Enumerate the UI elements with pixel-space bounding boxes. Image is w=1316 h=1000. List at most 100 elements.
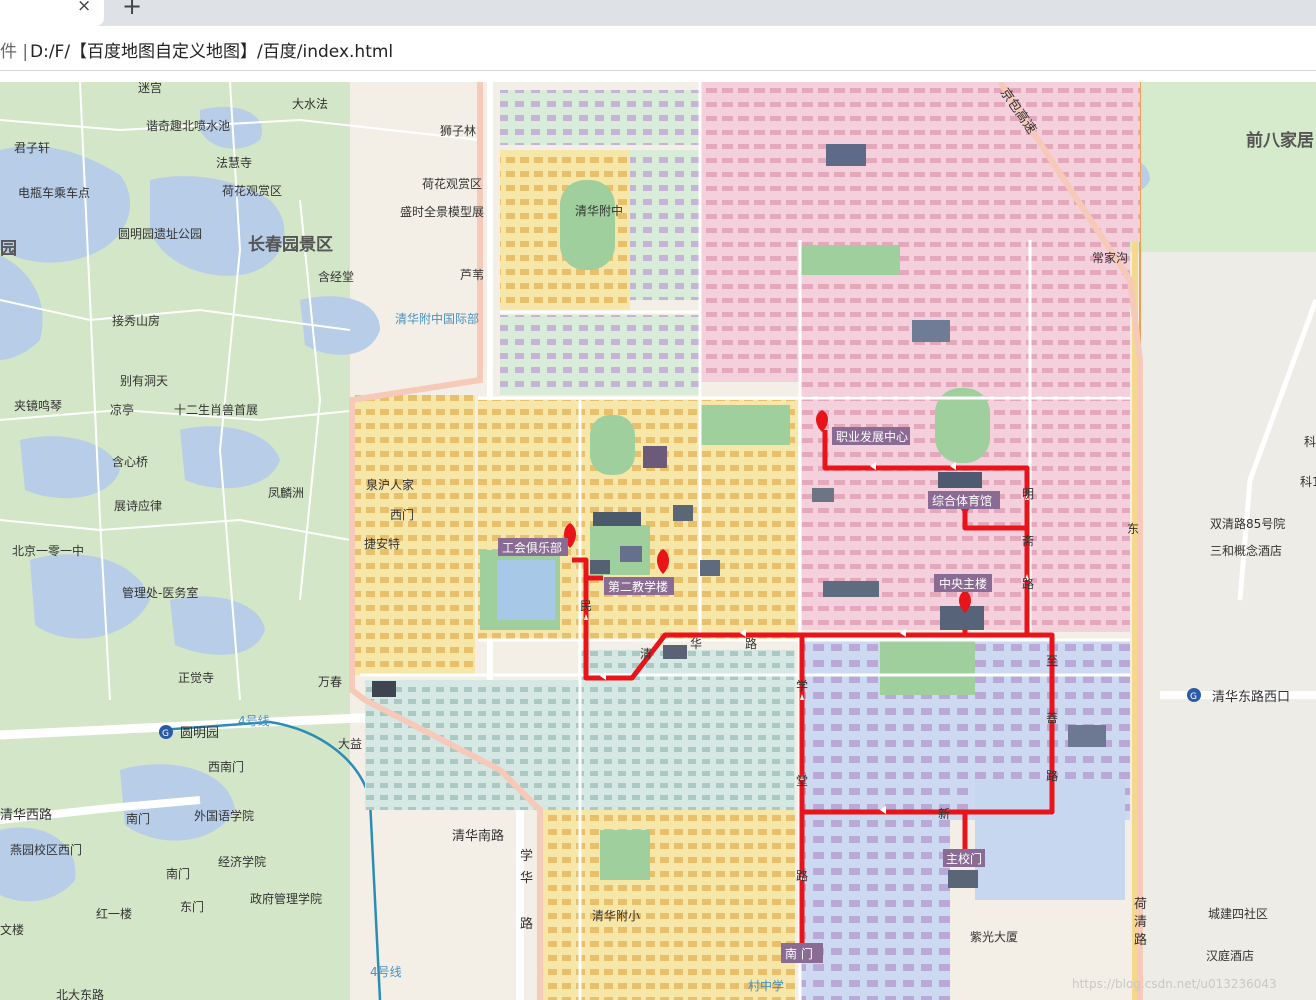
zone-south-blue: [800, 820, 950, 1000]
place-lufengwu: 芦苇: [460, 268, 484, 282]
road-min: 民: [580, 599, 592, 613]
place-yuanmingyuan-park: 圆明园遗址公园: [118, 227, 202, 241]
place-ke-mid: 科1: [1300, 475, 1316, 489]
place-hongyilou: 红一楼: [96, 906, 132, 921]
road-zhai: 斋: [1022, 533, 1034, 548]
address-bar[interactable]: 件 | D:/F/【百度地图自定义地图】/百度/index.html: [0, 26, 1316, 71]
campus-map[interactable]: 迷宫 大水法 谐奇趣北喷水池 君子轩 狮子林 法慧寺 电瓶车乘车点 荷花观赏区 …: [0, 82, 1316, 1000]
place-cunzhong: 村中学: [748, 978, 784, 993]
place-migong: 迷宫: [138, 82, 162, 95]
zone-south: [540, 810, 795, 1000]
metro-icon[interactable]: G: [159, 725, 173, 739]
place-dongmen: 东门: [180, 899, 204, 914]
road-ming: 明: [1022, 487, 1034, 501]
place-shizilin: 狮子林: [440, 124, 476, 138]
place-fuxiao: 清华附小: [592, 909, 640, 923]
place-guanlichu: 管理处-医务室: [122, 585, 198, 600]
road-zhi: 至: [1046, 654, 1058, 668]
place-hehua1: 荷花观赏区: [222, 183, 282, 198]
place-xinanmen: 西南门: [208, 759, 244, 774]
url-prefix: 件 |: [0, 42, 29, 62]
svg-text:G: G: [1190, 692, 1197, 702]
road-lu-heqing: 路: [1134, 932, 1147, 948]
marker-label-zhuxiaomen: 主校门: [946, 851, 982, 866]
road-qing: 清: [640, 647, 652, 661]
road-lu-xuetang: 路: [796, 868, 808, 883]
place-dayi: 大益: [338, 737, 362, 751]
marker-label-gonghui: 工会俱乐部: [502, 540, 562, 555]
road-lu-west: 路: [520, 916, 533, 932]
road-lu-zhishan: 路: [1046, 768, 1058, 783]
place-qinghua-xilu: 清华西路: [0, 807, 52, 823]
place-yuan-left: 园: [0, 239, 17, 259]
marker-label-tiyuguan: 综合体育馆: [932, 493, 992, 508]
browser-tab-bar: × +: [0, 0, 1316, 26]
place-bieyoudongtian: 别有洞天: [120, 374, 168, 388]
place-liangting: 凉亭: [110, 402, 134, 417]
zone-pink-east: [1030, 242, 1130, 632]
place-hanjingtang: 含经堂: [318, 269, 354, 284]
place-yanyuan: 燕园校区西门: [10, 842, 82, 857]
browser-tab[interactable]: ×: [0, 0, 104, 26]
place-shuangqing85: 双清路85号院: [1210, 516, 1285, 531]
watermark: https://blog.csdn.net/u013236043: [1072, 977, 1277, 991]
place-hanting: 汉庭酒店: [1206, 948, 1254, 963]
place-nanmen-left2: 南门: [166, 866, 190, 881]
zone-pink-north: [700, 82, 1140, 242]
place-qinghua-donglu: 清华东路西口: [1212, 689, 1290, 705]
zone-north-sport: [630, 150, 700, 300]
road-qing2: 清: [1134, 915, 1147, 930]
pond-campus: [497, 560, 555, 620]
place-changjiagou: 常家沟: [1092, 250, 1128, 265]
metro-icon[interactable]: G: [1187, 688, 1201, 702]
road-tang: 堂: [796, 774, 808, 788]
road-hua: 华: [690, 637, 702, 651]
place-hanxinqiao: 含心桥: [112, 454, 148, 469]
place-qinghua-nanlu: 清华南路: [452, 828, 504, 844]
marker-label-nanmen: 南 门: [785, 946, 813, 961]
zone-west: [355, 395, 475, 675]
zone-north: [500, 90, 700, 145]
place-zhengjuesi: 正觉寺: [178, 671, 214, 685]
road-hua-west: 华: [520, 871, 533, 886]
place-zhanshi: 展诗应律: [114, 498, 162, 513]
place-shouzhu: 十二生肖兽首展: [174, 403, 258, 417]
marker-label-zhiye: 职业发展中心: [836, 429, 908, 444]
marker-nanmen[interactable]: 南 门: [781, 943, 823, 963]
marker-zhuxiaomen[interactable]: 主校门: [943, 849, 985, 867]
place-jinghu: 泉沪人家: [366, 477, 414, 492]
place-line4-a: 4号线: [238, 714, 270, 728]
place-junzixuan: 君子轩: [14, 141, 50, 155]
road-lu-qinghua: 路: [745, 636, 757, 651]
place-chengjian: 城建四社区: [1208, 906, 1268, 921]
place-beijing101: 北京一零一中: [12, 543, 84, 558]
marker-label-dierjiao: 第二教学楼: [608, 579, 668, 594]
road-he: 荷: [1134, 897, 1147, 912]
url-text[interactable]: D:/F/【百度地图自定义地图】/百度/index.html: [30, 37, 393, 62]
place-dashuifa: 大水法: [292, 97, 328, 111]
place-sanhe: 三和概念酒店: [1210, 543, 1282, 558]
place-jiexiushan: 接秀山房: [112, 313, 160, 328]
road-xue: 学: [796, 678, 808, 693]
place-fahuisi: 法慧寺: [216, 155, 252, 170]
map-canvas[interactable]: 迷宫 大水法 谐奇趣北喷水池 君子轩 狮子林 法慧寺 电瓶车乘车点 荷花观赏区 …: [0, 82, 1316, 1000]
road-dong: 东: [1127, 522, 1139, 536]
place-changchunyuan: 长春园景区: [248, 234, 333, 255]
place-xieqiqu: 谐奇趣北喷水池: [146, 118, 230, 133]
place-zhengfu: 政府管理学院: [250, 891, 322, 906]
place-wenjlou: 文楼: [0, 922, 24, 937]
road-xin: 新: [938, 806, 950, 821]
place-bedaozhenglu: 北大东路: [56, 987, 104, 1000]
road-lu-mingzhai: 路: [1022, 576, 1034, 591]
place-jiajing: 夹镜鸣琴: [14, 398, 62, 413]
place-zijin: 紫光大厦: [970, 930, 1018, 944]
new-tab-button[interactable]: +: [122, 0, 142, 20]
place-dianpingche: 电瓶车乘车点: [18, 185, 90, 200]
place-qianbajia: 前八家居: [1246, 130, 1314, 151]
place-ke-top: 科: [1304, 435, 1316, 449]
zone-southwest: [365, 680, 580, 810]
place-hehua2: 荷花观赏区: [422, 176, 482, 191]
place-ximen: 西门: [390, 507, 414, 522]
zone-green-mid: [500, 315, 700, 395]
close-icon[interactable]: ×: [77, 0, 91, 16]
